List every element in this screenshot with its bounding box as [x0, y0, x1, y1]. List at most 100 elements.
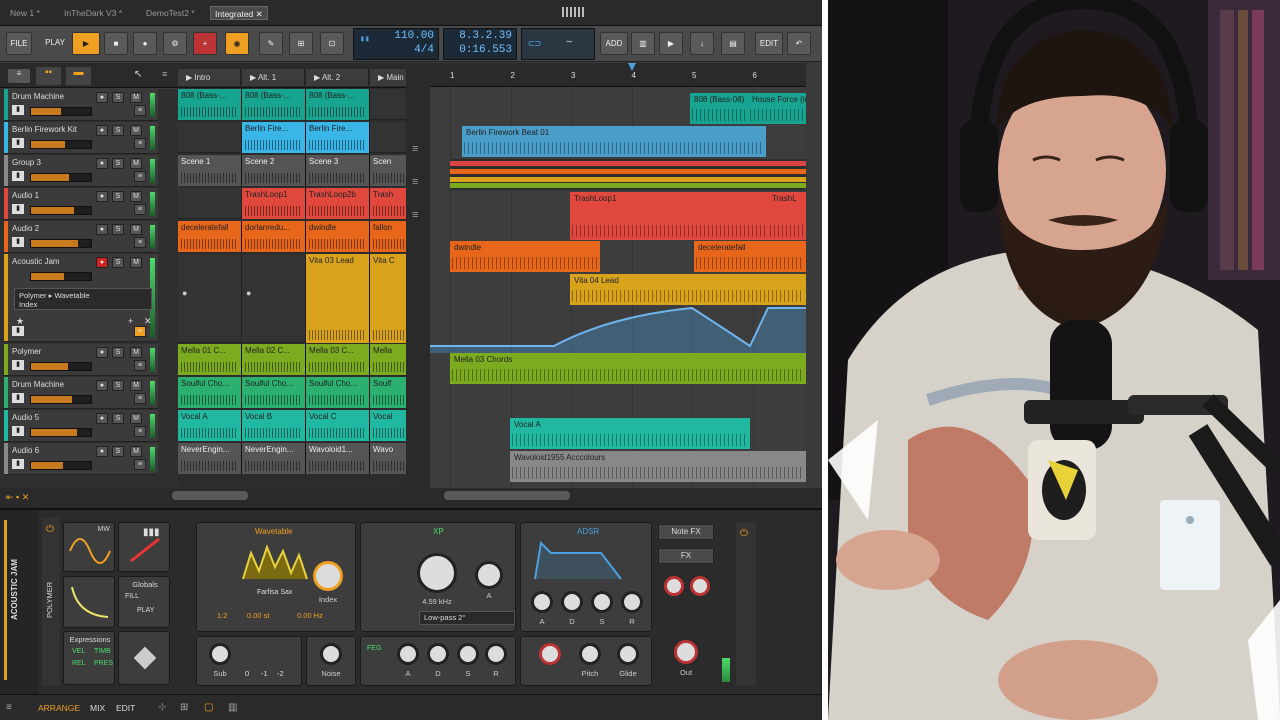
undo-icon[interactable]: ↶	[787, 32, 811, 55]
project-tab-active[interactable]: Integrated ✕	[210, 6, 268, 20]
clip[interactable]: 808 (Bass-...	[306, 89, 370, 120]
mute-button[interactable]: M	[130, 191, 142, 202]
power-icon[interactable]: ⏻	[740, 528, 748, 539]
sustain-knob[interactable]	[591, 591, 613, 613]
clip-launcher-record-icon[interactable]: ◉	[225, 32, 249, 55]
solo-button[interactable]: S	[112, 125, 124, 136]
tempo-display[interactable]: ▮▮ 110.00 4/4	[353, 28, 439, 60]
pointer-tool-icon[interactable]: ↖	[134, 69, 142, 80]
mixer-panel-icon[interactable]: ▥	[228, 702, 237, 713]
volume-fader[interactable]	[30, 272, 92, 281]
record-slot-icon[interactable]: ●	[246, 288, 251, 298]
project-tab[interactable]: DemoTest2 *	[146, 6, 195, 20]
oscillator-slot[interactable]: MW	[63, 522, 115, 572]
clip[interactable]: Vocal A	[178, 410, 242, 441]
playhead-marker[interactable]	[628, 63, 636, 71]
track-name[interactable]: Audio 6	[12, 446, 39, 455]
wavetable-display-icon[interactable]	[241, 541, 311, 585]
pres-label[interactable]: PRES	[94, 660, 113, 667]
clip[interactable]: Scene 3	[306, 155, 370, 186]
track-name[interactable]: Audio 1	[12, 191, 39, 200]
solo-button[interactable]: S	[112, 380, 124, 391]
hz-value[interactable]: 0.00 Hz	[297, 611, 323, 620]
clip[interactable]: dwindle	[306, 221, 370, 252]
scene-launch-button[interactable]: ▶ Alt. 1	[242, 69, 305, 86]
overdub-icon[interactable]: +	[193, 32, 217, 55]
arm-icon[interactable]: ≡	[134, 393, 146, 404]
arranger-clip[interactable]: Wavoloid1955 Acccolours	[510, 451, 806, 482]
track-name[interactable]: Polymer	[12, 347, 41, 356]
empty-clip-slot[interactable]: ●	[242, 254, 306, 343]
clip[interactable]: deceleratefall	[178, 221, 242, 252]
track-name[interactable]: Audio 5	[12, 413, 39, 422]
ratio-value[interactable]: 1:2	[217, 611, 227, 620]
arranger-clip[interactable]: Vita 04 Lead	[570, 274, 806, 305]
volume-fader[interactable]	[30, 173, 92, 182]
clip[interactable]: Berlin Fire...	[242, 122, 306, 153]
filter-type-select[interactable]: Low-pass 2°	[419, 611, 515, 625]
track-header[interactable]: Drum Machine ● S M ▮ ≡	[4, 377, 158, 409]
feg-release-knob[interactable]	[485, 643, 507, 665]
solo-button[interactable]: S	[112, 446, 124, 457]
arm-icon[interactable]: ≡	[134, 105, 146, 116]
arrange-view-button[interactable]: ARRANGE	[38, 703, 80, 713]
device-panel-icon[interactable]: ▢	[204, 702, 213, 713]
play-label[interactable]: PLAY	[137, 607, 154, 614]
clip[interactable]: 808 (Bass-...	[178, 89, 242, 120]
clip[interactable]: dorlanredu...	[242, 221, 306, 252]
volume-fader[interactable]	[30, 395, 92, 404]
track-header[interactable]: Drum Machine ● S M ▮ ≡	[4, 89, 158, 121]
arranger-clip[interactable]: dwindle	[450, 241, 600, 272]
position-display[interactable]: 8.3.2.39 0:16.553	[443, 28, 517, 60]
pitch-knob[interactable]	[579, 643, 601, 665]
scene-launch-button[interactable]: ▶ Main	[370, 69, 406, 86]
arranger-clip[interactable]: TrashL	[768, 192, 806, 240]
sub-option[interactable]: -2	[277, 669, 284, 678]
mute-button[interactable]: M	[130, 347, 142, 358]
feg-attack-knob[interactable]	[397, 643, 419, 665]
mute-button[interactable]: M	[130, 125, 142, 136]
track-header[interactable]: Polymer ● S M ▮ ≡	[4, 344, 158, 376]
timb-label[interactable]: TIMB	[94, 648, 111, 655]
sub-knob[interactable]	[209, 643, 231, 665]
track-name[interactable]: Acoustic Jam	[12, 257, 60, 266]
clip[interactable]: Trash	[370, 188, 406, 219]
preset-name[interactable]: Farfisa Sax	[257, 589, 292, 596]
solo-button[interactable]: S	[112, 224, 124, 235]
tempo-value[interactable]: 110.00	[394, 30, 434, 42]
volume-fader[interactable]	[30, 206, 92, 215]
launch-icon[interactable]: ▶	[659, 32, 683, 55]
clip[interactable]: Mella 02 C...	[242, 344, 306, 375]
fill-label[interactable]: FILL	[125, 593, 139, 600]
feg-decay-knob[interactable]	[427, 643, 449, 665]
empty-clip-slot[interactable]	[178, 188, 242, 219]
track-name[interactable]: Audio 2	[12, 224, 39, 233]
mute-button[interactable]: M	[130, 92, 142, 103]
release-knob[interactable]	[621, 591, 643, 613]
track-header[interactable]: Audio 2 ● S M ▮ ≡	[4, 221, 158, 253]
filter-title[interactable]: XP	[433, 527, 444, 536]
arm-icon[interactable]: ≡	[134, 204, 146, 215]
arranger-clip[interactable]: House Force (int	[748, 93, 806, 124]
clip-tools-icon[interactable]: ⇤ ▪ ✕	[6, 492, 29, 503]
arranger-clip[interactable]: Vocal A	[510, 418, 750, 449]
automation-icon[interactable]: ⚙	[163, 32, 187, 55]
empty-clip-slot[interactable]	[370, 89, 406, 120]
clip[interactable]: TrashLoop1	[242, 188, 306, 219]
clip[interactable]: fallon	[370, 221, 406, 252]
mute-button[interactable]: M	[130, 446, 142, 457]
clip[interactable]: Berlin Fire...	[306, 122, 370, 153]
arm-icon[interactable]: ≡	[134, 459, 146, 470]
track-name[interactable]: Berlin Firework Kit	[12, 125, 77, 134]
arranger-clip[interactable]: deceleratefall	[694, 241, 806, 272]
sub-option[interactable]: -1	[261, 669, 268, 678]
track-header[interactable]: Audio 1 ● S M ▮ ≡	[4, 188, 158, 220]
output-mod-knob[interactable]	[664, 576, 684, 596]
arm-icon[interactable]: ≡	[134, 360, 146, 371]
arm-icon[interactable]: ≡	[134, 138, 146, 149]
scene-launch-button[interactable]: ▶ Alt. 2	[306, 69, 369, 86]
index-knob[interactable]	[313, 561, 343, 591]
timeline-ruler[interactable]: 1234567	[430, 63, 806, 87]
monitor-button[interactable]: ●	[96, 158, 108, 169]
clip[interactable]: Mella	[370, 344, 406, 375]
